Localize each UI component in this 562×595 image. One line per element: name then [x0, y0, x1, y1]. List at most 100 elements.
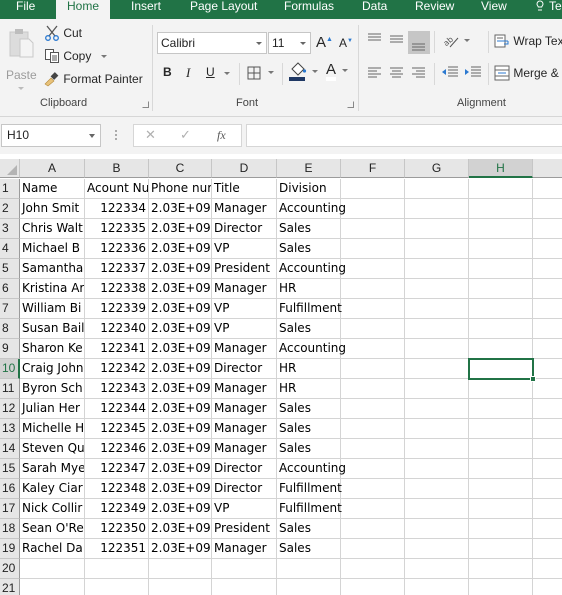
cell-g15[interactable]: [405, 459, 469, 479]
cell-i2[interactable]: [533, 199, 562, 219]
cell-c1[interactable]: Phone nur: [149, 179, 212, 199]
cell-d14[interactable]: Manager: [212, 439, 277, 459]
cell-b20[interactable]: [85, 559, 149, 579]
grow-font-button[interactable]: A▲: [316, 34, 333, 51]
cell-g14[interactable]: [405, 439, 469, 459]
name-box[interactable]: H10: [1, 124, 101, 147]
cell-b3[interactable]: 122335: [85, 219, 149, 239]
tab-review[interactable]: Review: [415, 0, 454, 19]
row-header-4[interactable]: 4: [0, 239, 20, 259]
cell-e12[interactable]: Sales: [277, 399, 341, 419]
cell-d2[interactable]: Manager: [212, 199, 277, 219]
bold-button[interactable]: B: [163, 65, 172, 79]
cell-h12[interactable]: [469, 399, 533, 419]
cell-d8[interactable]: VP: [212, 319, 277, 339]
copy-dropdown-icon[interactable]: [100, 54, 107, 58]
cell-i21[interactable]: [533, 579, 562, 595]
tab-file[interactable]: File: [16, 0, 35, 19]
cell-e18[interactable]: Sales: [277, 519, 341, 539]
cell-d13[interactable]: Manager: [212, 419, 277, 439]
column-header-c[interactable]: C: [149, 159, 212, 178]
cell-i16[interactable]: [533, 479, 562, 499]
cell-f4[interactable]: [341, 239, 405, 259]
cell-b11[interactable]: 122343: [85, 379, 149, 399]
cell-f20[interactable]: [341, 559, 405, 579]
cell-i9[interactable]: [533, 339, 562, 359]
cell-f1[interactable]: [341, 179, 405, 199]
cell-a12[interactable]: Julian Her: [20, 399, 85, 419]
cell-c11[interactable]: 2.03E+09: [149, 379, 212, 399]
cell-h13[interactable]: [469, 419, 533, 439]
shrink-font-button[interactable]: A▼: [339, 36, 353, 50]
cell-g17[interactable]: [405, 499, 469, 519]
row-header-5[interactable]: 5: [0, 259, 20, 279]
cell-i18[interactable]: [533, 519, 562, 539]
cell-i19[interactable]: [533, 539, 562, 559]
cell-c10[interactable]: 2.03E+09: [149, 359, 212, 379]
row-header-10[interactable]: 10: [0, 359, 20, 379]
cell-c8[interactable]: 2.03E+09: [149, 319, 212, 339]
cell-a13[interactable]: Michelle H: [20, 419, 85, 439]
select-all-button[interactable]: [0, 159, 20, 178]
cell-f9[interactable]: [341, 339, 405, 359]
cell-h2[interactable]: [469, 199, 533, 219]
tab-view[interactable]: View: [481, 0, 507, 19]
cell-f12[interactable]: [341, 399, 405, 419]
column-header-h[interactable]: H: [469, 159, 533, 178]
orientation-button[interactable]: ab: [442, 33, 471, 48]
cell-h7[interactable]: [469, 299, 533, 319]
cell-a20[interactable]: [20, 559, 85, 579]
cell-d5[interactable]: President: [212, 259, 277, 279]
cell-f7[interactable]: [341, 299, 405, 319]
cell-e4[interactable]: Sales: [277, 239, 341, 259]
insert-function-icon[interactable]: fx: [217, 128, 226, 143]
cell-h5[interactable]: [469, 259, 533, 279]
row-header-15[interactable]: 15: [0, 459, 20, 479]
cell-e19[interactable]: Sales: [277, 539, 341, 559]
fill-color-button[interactable]: [289, 61, 319, 81]
underline-button[interactable]: U: [206, 65, 215, 79]
cell-c13[interactable]: 2.03E+09: [149, 419, 212, 439]
format-painter-button[interactable]: Format Painter: [44, 71, 143, 87]
cell-i14[interactable]: [533, 439, 562, 459]
row-header-11[interactable]: 11: [0, 379, 20, 399]
align-bottom-button[interactable]: [408, 31, 430, 54]
cell-a18[interactable]: Sean O'Re: [20, 519, 85, 539]
font-name-select[interactable]: Calibri: [157, 32, 267, 54]
row-header-2[interactable]: 2: [0, 199, 20, 219]
cell-a11[interactable]: Byron Sch: [20, 379, 85, 399]
increase-indent-icon[interactable]: [464, 66, 482, 79]
tab-home[interactable]: Home: [56, 0, 110, 19]
cell-h10[interactable]: [469, 359, 533, 379]
cell-a6[interactable]: Kristina Ar: [20, 279, 85, 299]
cell-g20[interactable]: [405, 559, 469, 579]
row-header-1[interactable]: 1: [0, 179, 20, 199]
merge-center-button[interactable]: Merge &: [494, 65, 559, 81]
cell-b8[interactable]: 122340: [85, 319, 149, 339]
cell-g8[interactable]: [405, 319, 469, 339]
cell-b13[interactable]: 122345: [85, 419, 149, 439]
cell-b19[interactable]: 122351: [85, 539, 149, 559]
cell-a10[interactable]: Craig John: [20, 359, 85, 379]
cell-g9[interactable]: [405, 339, 469, 359]
cell-b14[interactable]: 122346: [85, 439, 149, 459]
cancel-icon[interactable]: ✕: [145, 127, 156, 143]
cell-b4[interactable]: 122336: [85, 239, 149, 259]
cell-f10[interactable]: [341, 359, 405, 379]
cell-c20[interactable]: [149, 559, 212, 579]
cell-d19[interactable]: Manager: [212, 539, 277, 559]
align-top-icon[interactable]: [367, 33, 383, 45]
formula-input[interactable]: [246, 124, 562, 147]
cell-f2[interactable]: [341, 199, 405, 219]
cell-i10[interactable]: [533, 359, 562, 379]
enter-icon[interactable]: ✓: [180, 127, 191, 143]
column-header-e[interactable]: E: [277, 159, 341, 178]
cell-c12[interactable]: 2.03E+09: [149, 399, 212, 419]
cell-h8[interactable]: [469, 319, 533, 339]
cell-e14[interactable]: Sales: [277, 439, 341, 459]
cell-d9[interactable]: Manager: [212, 339, 277, 359]
cell-a3[interactable]: Chris Walt: [20, 219, 85, 239]
cell-d12[interactable]: Manager: [212, 399, 277, 419]
cell-b15[interactable]: 122347: [85, 459, 149, 479]
row-header-6[interactable]: 6: [0, 279, 20, 299]
